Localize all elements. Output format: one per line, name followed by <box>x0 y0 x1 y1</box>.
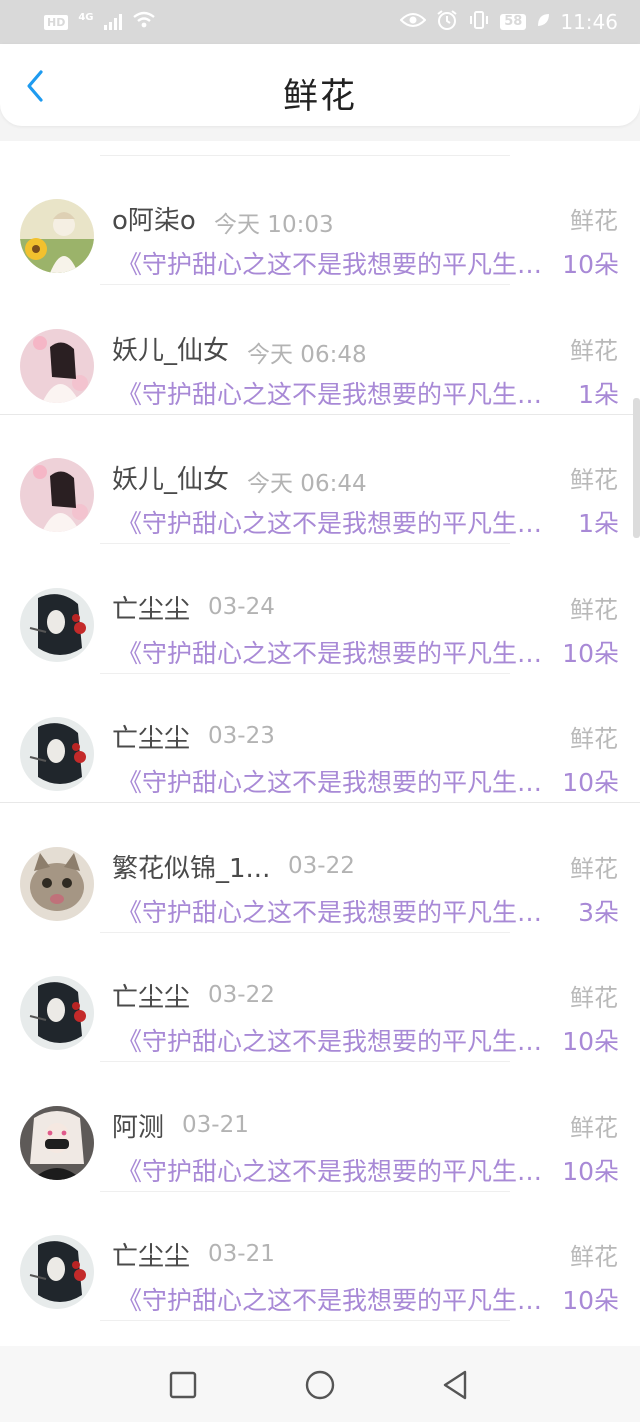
list-item[interactable]: 亡尘尘 03-22 鲜花 《守护甜心之这不是我想要的平凡生活》 10朵 <box>0 933 640 1062</box>
timestamp: 03-21 <box>182 1111 249 1138</box>
timestamp: 03-23 <box>208 723 275 749</box>
book-title-link[interactable]: 《守护甜心之这不是我想要的平凡生活》 <box>117 1022 545 1058</box>
avatar[interactable] <box>20 458 94 532</box>
user-name[interactable]: 亡尘尘 <box>112 977 190 1014</box>
book-title-link[interactable]: 《守护甜心之这不是我想要的平凡生活》 <box>117 375 545 411</box>
gift-type-label: 鲜花 <box>570 1113 618 1142</box>
timestamp: 03-21 <box>208 1241 275 1267</box>
user-name[interactable]: 亡尘尘 <box>112 718 190 755</box>
circle-icon <box>305 1370 335 1400</box>
status-bar: HD 4G 58 11:46 <box>0 0 640 44</box>
gift-type-label: 鲜花 <box>570 984 618 1012</box>
user-name[interactable]: 亡尘尘 <box>112 1236 190 1273</box>
timestamp: 今天 10:03 <box>214 212 334 238</box>
list-item[interactable]: 亡尘尘 03-23 鲜花 《守护甜心之这不是我想要的平凡生活》 10朵 <box>0 674 640 803</box>
book-title-link[interactable]: 《守护甜心之这不是我想要的平凡生活》 <box>117 893 545 929</box>
gift-type-label: 鲜花 <box>570 336 618 365</box>
hd-badge: HD <box>44 14 69 30</box>
flower-count: 10朵 <box>562 1156 619 1186</box>
gift-record-list[interactable]: o阿柒o 今天 10:03 鲜花 《守护甜心之这不是我想要的平凡生活》 10朵 妖儿_仙女… <box>0 141 640 1346</box>
timestamp: 今天 06:44 <box>247 471 367 497</box>
flower-count: 10朵 <box>562 768 619 797</box>
page-title: 鲜花 <box>282 77 357 117</box>
list-item[interactable]: 妖儿_仙女 今天 06:44 鲜花 《守护甜心之这不是我想要的平凡生活》 1朵 <box>0 415 640 544</box>
timestamp: 03-22 <box>288 852 355 879</box>
list-item[interactable]: 阿测 03-21 鲜花 《守护甜心之这不是我想要的平凡生活》 10朵 <box>0 1063 640 1192</box>
book-title-link[interactable]: 《守护甜心之这不是我想要的平凡生活》 <box>117 763 545 799</box>
timestamp: 03-24 <box>208 593 275 620</box>
flower-count: 10朵 <box>562 1027 619 1056</box>
avatar[interactable] <box>20 1105 94 1180</box>
scrollbar-thumb[interactable] <box>633 398 640 538</box>
list-item[interactable]: 妖儿_仙女 今天 06:48 鲜花 《守护甜心之这不是我想要的平凡生活》 1朵 <box>0 286 640 415</box>
list-item[interactable]: 亡尘尘 03-24 鲜花 《守护甜心之这不是我想要的平凡生活》 10朵 <box>0 545 640 674</box>
user-name[interactable]: 繁花似锦_1... <box>112 848 270 885</box>
alarm-icon <box>436 9 458 36</box>
timestamp: 03-22 <box>208 982 275 1008</box>
recents-button[interactable] <box>166 1368 200 1402</box>
vibrate-icon <box>468 10 490 35</box>
book-title-link[interactable]: 《守护甜心之这不是我想要的平凡生活》 <box>117 1281 545 1317</box>
flower-count: 10朵 <box>562 638 619 668</box>
avatar[interactable] <box>20 199 94 273</box>
wifi-icon <box>132 11 156 34</box>
gift-type-label: 鲜花 <box>570 725 618 753</box>
status-left: HD 4G <box>44 11 156 34</box>
gift-type-label: 鲜花 <box>570 207 618 235</box>
flower-count: 1朵 <box>578 379 619 409</box>
avatar[interactable] <box>20 1235 94 1309</box>
triangle-back-icon <box>443 1370 467 1400</box>
book-title-link[interactable]: 《守护甜心之这不是我想要的平凡生活》 <box>117 504 545 540</box>
user-name[interactable]: 妖儿_仙女 <box>112 330 229 367</box>
user-name[interactable]: 阿测 <box>112 1107 164 1144</box>
list-item[interactable]: o阿柒o 今天 10:03 鲜花 《守护甜心之这不是我想要的平凡生活》 10朵 <box>0 156 640 285</box>
avatar[interactable] <box>20 717 94 791</box>
cell-signal-icon <box>103 14 122 30</box>
list-item[interactable]: 亡尘尘 03-21 鲜花 《守护甜心之这不是我想要的平凡生活》 10朵 <box>0 1192 640 1321</box>
avatar[interactable] <box>20 976 94 1050</box>
gift-type-label: 鲜花 <box>570 854 618 883</box>
list-item[interactable]: 繁花似锦_1... 03-22 鲜花 《守护甜心之这不是我想要的平凡生活》 3朵 <box>0 804 640 933</box>
gift-type-label: 鲜花 <box>570 466 618 494</box>
app-header: 鲜花 <box>0 44 640 126</box>
network-type: 4G <box>78 11 94 23</box>
book-title-link[interactable]: 《守护甜心之这不是我想要的平凡生活》 <box>117 245 545 281</box>
divider <box>100 1320 510 1321</box>
user-name[interactable]: 亡尘尘 <box>112 589 190 626</box>
avatar[interactable] <box>20 328 94 403</box>
gift-type-label: 鲜花 <box>570 1243 618 1271</box>
leaf-icon <box>536 11 550 33</box>
user-name[interactable]: 妖儿_仙女 <box>112 459 229 496</box>
book-title-link[interactable]: 《守护甜心之这不是我想要的平凡生活》 <box>117 634 545 670</box>
book-title-link[interactable]: 《守护甜心之这不是我想要的平凡生活》 <box>117 1152 545 1188</box>
system-nav-bar <box>0 1346 640 1422</box>
status-right: 58 11:46 <box>399 9 618 36</box>
battery-level: 58 <box>500 14 527 30</box>
flower-count: 10朵 <box>562 250 619 279</box>
clock: 11:46 <box>560 10 618 34</box>
home-button[interactable] <box>303 1368 337 1402</box>
user-name[interactable]: o阿柒o <box>112 200 196 237</box>
nav-back-button[interactable] <box>438 1368 472 1402</box>
flower-count: 1朵 <box>578 509 619 538</box>
avatar[interactable] <box>20 587 94 662</box>
timestamp: 今天 06:48 <box>247 341 367 368</box>
avatar[interactable] <box>20 846 94 921</box>
square-icon <box>169 1371 197 1399</box>
eye-icon <box>399 11 427 33</box>
flower-count: 3朵 <box>578 897 619 927</box>
gift-type-label: 鲜花 <box>570 595 618 624</box>
flower-count: 10朵 <box>562 1286 619 1315</box>
